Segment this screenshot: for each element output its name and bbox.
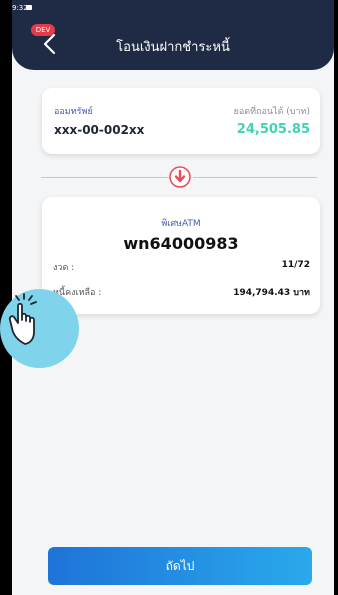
account-type-label: ออมทรัพย์ <box>54 107 93 117</box>
divider-left <box>41 177 169 178</box>
account-number: xxx-00-002xx <box>54 123 145 137</box>
divider-right <box>193 177 317 178</box>
available-amount: 24,505.85 <box>236 122 310 137</box>
tap-hand-icon <box>8 293 37 345</box>
remaining-debt-value: 194,794.43 บาท <box>233 288 310 298</box>
installment-value: 11/72 <box>281 260 310 270</box>
installment-label: งวด : <box>53 263 75 273</box>
down-arrow-icon <box>169 166 191 188</box>
source-account-card[interactable]: ออมทรัพย์ ยอดที่ถอนได้ (บาท) xxx-00-002x… <box>42 88 320 154</box>
next-button[interactable]: ถัดไป <box>48 547 312 585</box>
available-amount-label: ยอดที่ถอนได้ (บาท) <box>233 107 310 117</box>
header: 9:32 DEV โอนเงินฝากชำระหนี้ <box>12 0 334 70</box>
notification-icon <box>26 5 32 10</box>
loan-number: wn64000983 <box>123 234 239 253</box>
destination-loan-card[interactable]: พิเศษATM wn64000983 งวด : 11/72 หนี้คงเห… <box>42 197 320 314</box>
loan-type: พิเศษATM <box>161 219 201 229</box>
page-title: โอนเงินฝากชำระหนี้ <box>116 40 230 55</box>
